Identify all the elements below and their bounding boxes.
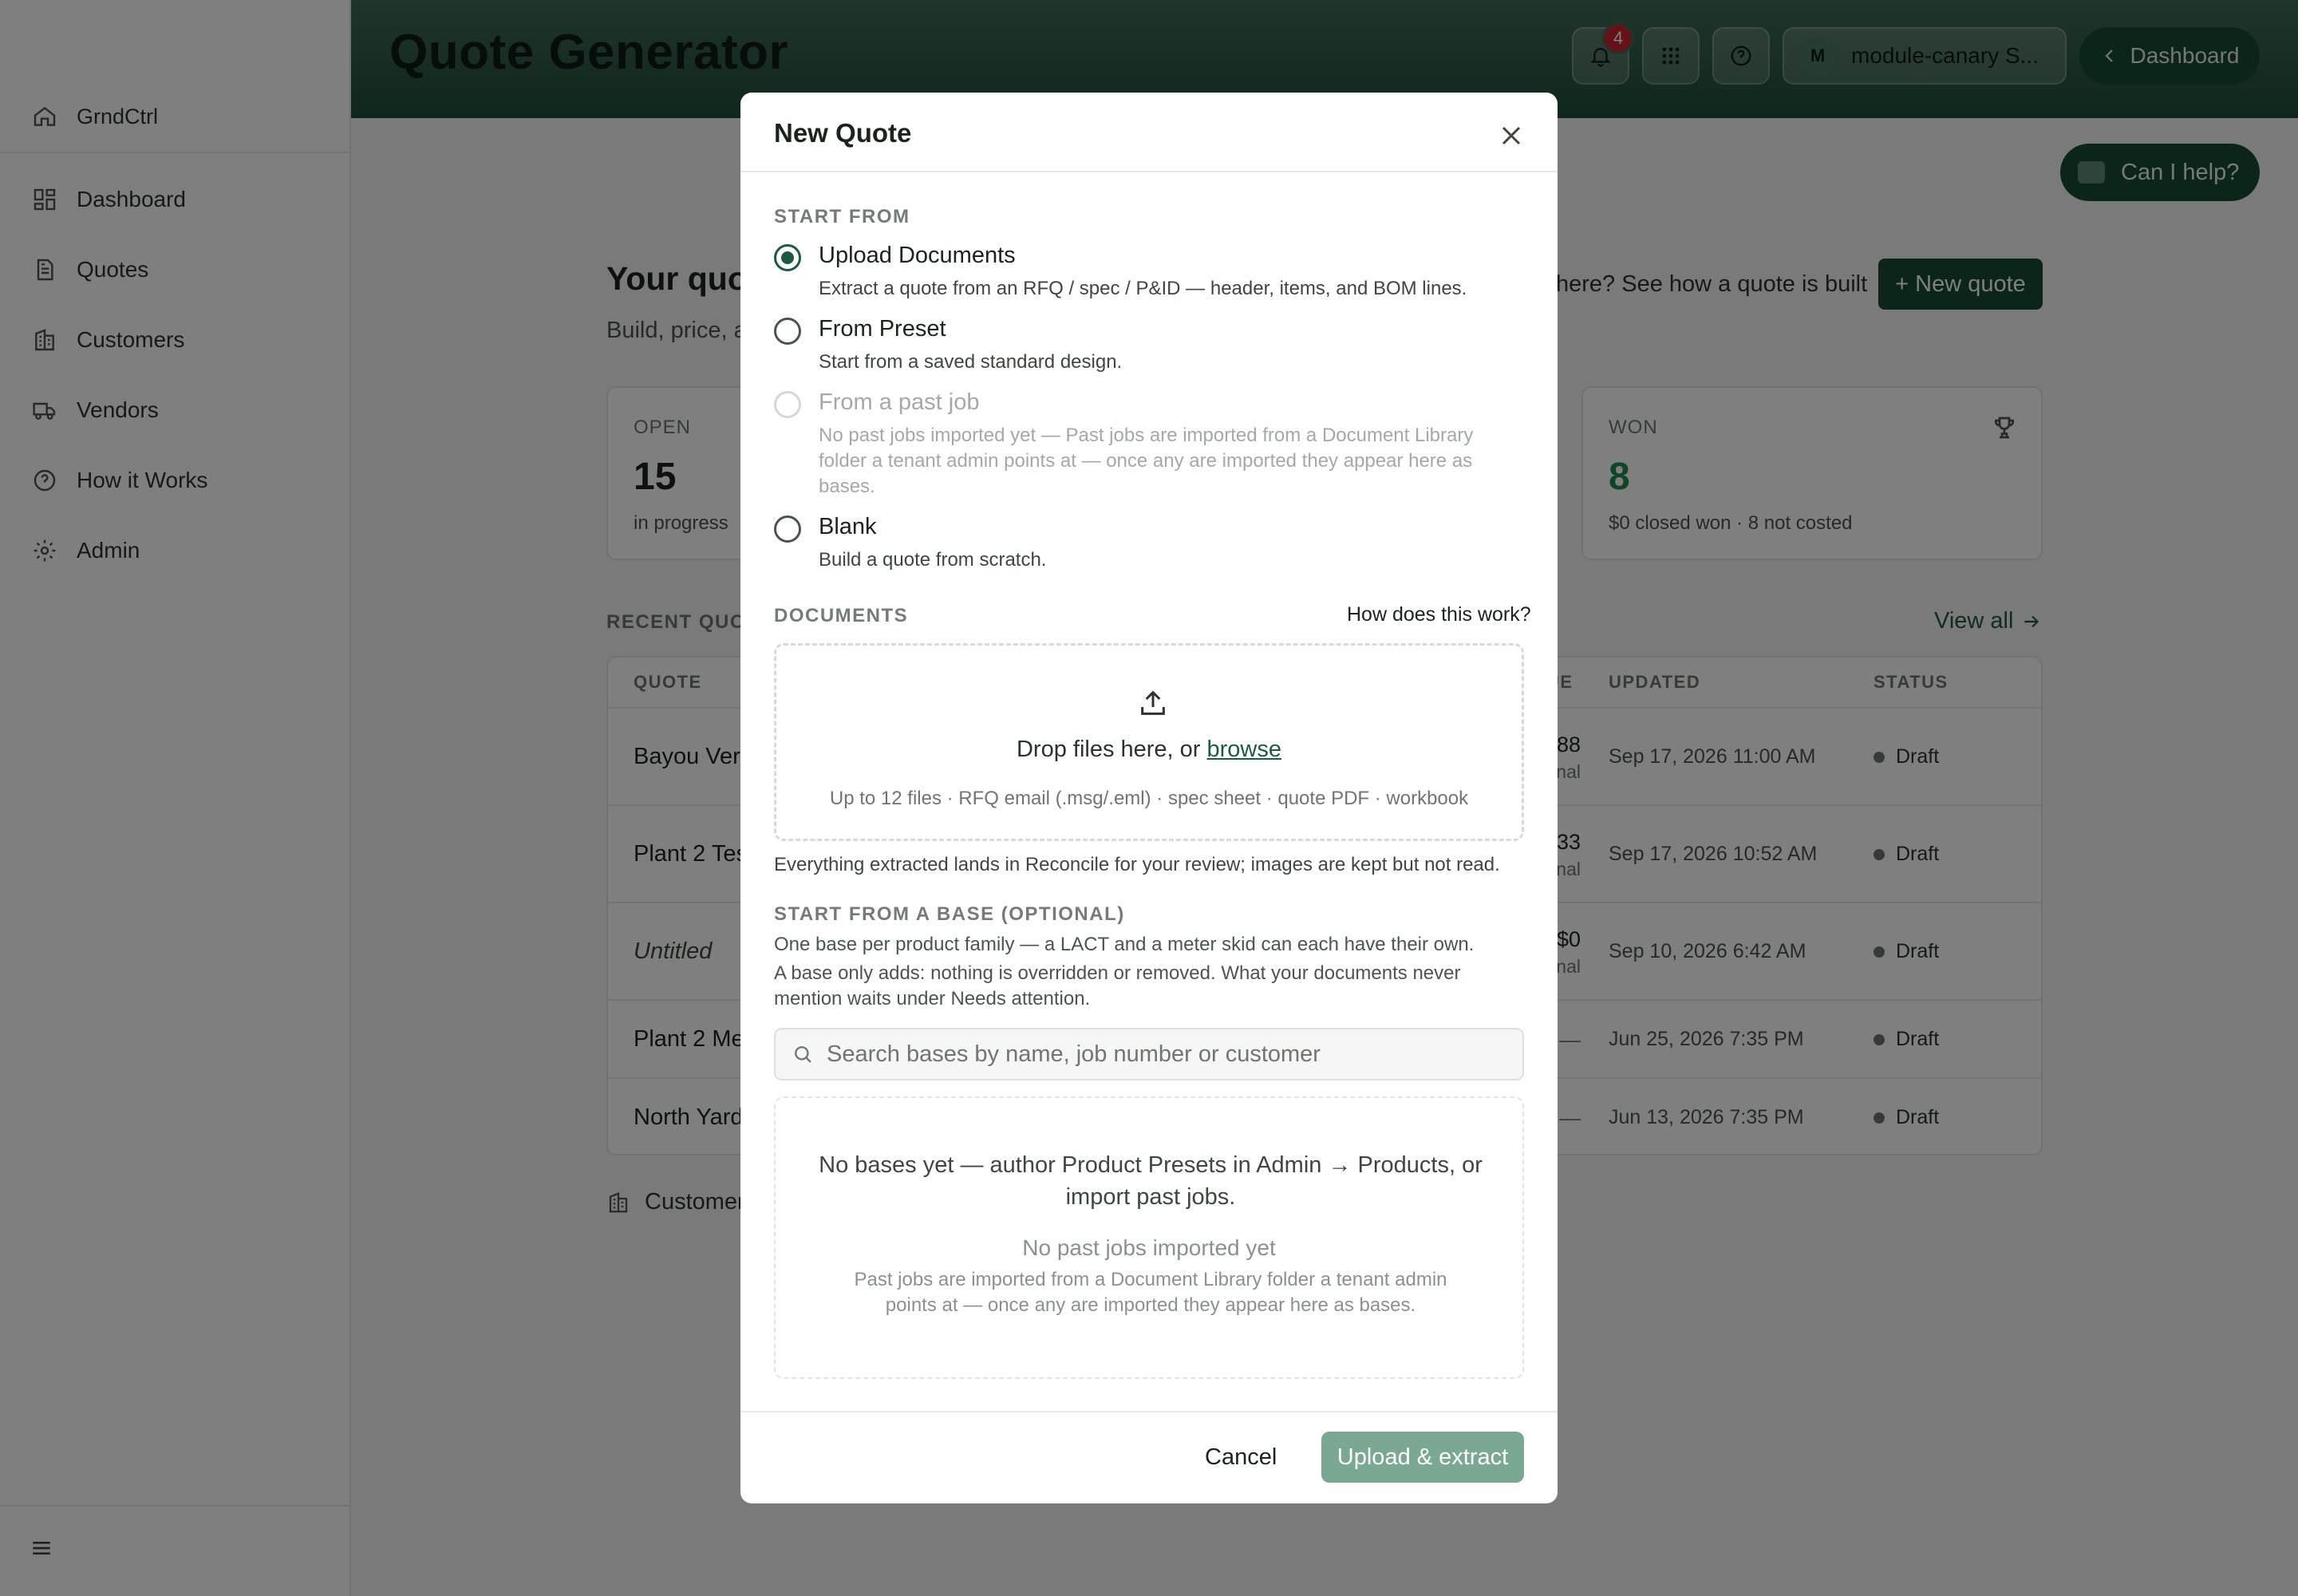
option-description: Build a quote from scratch. [819,549,1047,571]
extract-note: Everything extracted lands in Reconcile … [774,854,1500,875]
empty-state-description: Past jobs are imported from a Document L… [854,1269,1447,1316]
base-description: One base per product family — a LACT and… [774,934,1475,955]
base-description: A base only adds: nothing is overridden … [774,962,1461,1009]
how-does-this-work-link[interactable]: How does this work? [1347,603,1531,626]
dropzone-text: Drop files here, or browse [776,737,1522,763]
browse-link[interactable]: browse [1207,737,1282,762]
close-icon[interactable] [1495,120,1527,152]
cancel-button[interactable]: Cancel [1205,1432,1277,1483]
start-from-label: START FROM [774,206,910,227]
upload-extract-button[interactable]: Upload & extract [1321,1432,1524,1483]
base-label: START FROM A BASE (OPTIONAL) [774,903,1125,925]
radio-from-preset[interactable] [774,318,801,345]
dropzone-hint: Up to 12 files · RFQ email (.msg/.eml) ·… [829,788,1469,809]
dropzone-label: Drop files here, or [1016,737,1207,762]
option-title: From a past job [819,389,980,415]
base-search[interactable] [774,1028,1524,1080]
option-description: Start from a saved standard design. [819,351,1123,373]
new-quote-dialog: New Quote START FROM Upload Documents Ex… [740,93,1558,1503]
empty-state-title: No bases yet — author Product Presets in… [819,1152,1483,1210]
option-title: From Preset [819,316,946,342]
option-title: Blank [819,514,877,539]
option-description: No past jobs imported yet — Past jobs ar… [819,425,1474,497]
documents-label: DOCUMENTS [774,605,909,626]
option-upload-documents[interactable]: Upload Documents Extract a quote from an… [774,243,1524,306]
dialog-footer-divider [740,1411,1558,1412]
upload-icon [1141,690,1165,715]
option-from-past-job: From a past job No past jobs imported ye… [774,389,1524,501]
search-input[interactable] [827,1041,1513,1068]
dialog-header-divider [740,171,1558,172]
radio-upload-documents[interactable] [774,244,801,271]
option-title: Upload Documents [819,243,1016,268]
file-dropzone[interactable]: Drop files here, or browse Up to 12 file… [774,643,1524,841]
radio-from-past-job [774,391,801,418]
empty-state-subtitle: No past jobs imported yet [1022,1235,1276,1260]
option-blank[interactable]: Blank Build a quote from scratch. [774,514,1524,578]
radio-blank[interactable] [774,516,801,543]
search-icon [795,1046,811,1063]
dialog-title: New Quote [774,118,912,148]
option-description: Extract a quote from an RFQ / spec / P&I… [819,278,1467,299]
bases-empty-state: No bases yet — author Product Presets in… [774,1096,1524,1379]
option-from-preset[interactable]: From Preset Start from a saved standard … [774,316,1524,380]
